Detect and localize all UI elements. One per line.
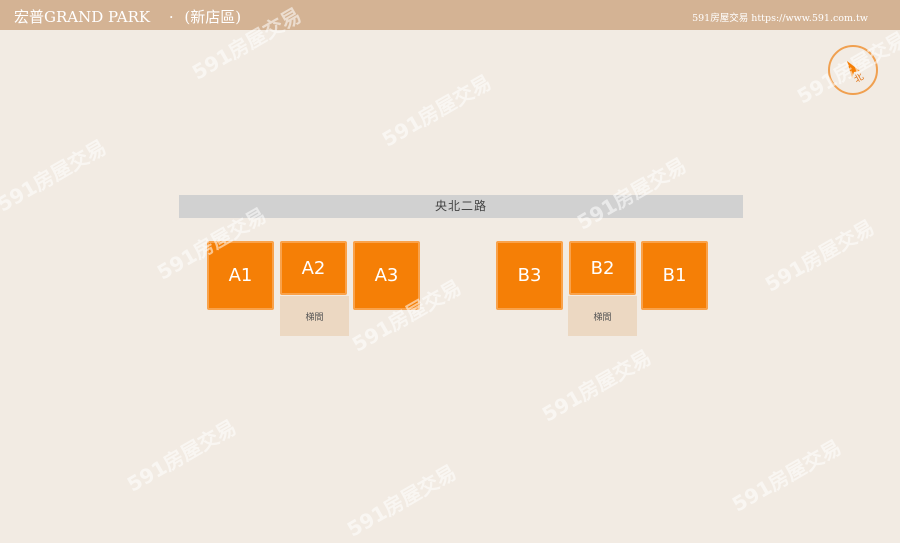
watermark: 591房屋交易	[377, 69, 496, 152]
compass-arrow-icon	[847, 61, 860, 78]
stairwell-b: 梯間	[568, 296, 637, 336]
top-bar: 宏普GRAND PARK · (新店區) 591房屋交易 https://www…	[0, 0, 900, 30]
watermark: 591房屋交易	[760, 214, 879, 297]
building-b1[interactable]: B1	[641, 241, 708, 310]
stairwell-a: 梯間	[280, 296, 349, 336]
watermark: 591房屋交易	[572, 152, 691, 235]
watermark: 591房屋交易	[0, 134, 111, 217]
site-credit[interactable]: 591房屋交易 https://www.591.com.tw	[692, 10, 868, 24]
north-compass: 北	[828, 45, 878, 95]
building-a3[interactable]: A3	[353, 241, 420, 310]
watermark: 591房屋交易	[342, 459, 461, 542]
title-separator: ·	[168, 8, 174, 26]
watermark: 591房屋交易	[122, 414, 241, 497]
watermark: 591房屋交易	[727, 434, 846, 517]
building-a2[interactable]: A2	[280, 241, 347, 295]
road-label: 央北二路	[179, 195, 743, 218]
building-b2[interactable]: B2	[569, 241, 636, 295]
building-b3[interactable]: B3	[496, 241, 563, 310]
building-a1[interactable]: A1	[207, 241, 274, 310]
project-name: 宏普GRAND PARK	[14, 8, 151, 26]
watermark: 591房屋交易	[537, 344, 656, 427]
district-label: (新店區)	[184, 8, 242, 26]
page-title: 宏普GRAND PARK · (新店區)	[14, 6, 241, 27]
